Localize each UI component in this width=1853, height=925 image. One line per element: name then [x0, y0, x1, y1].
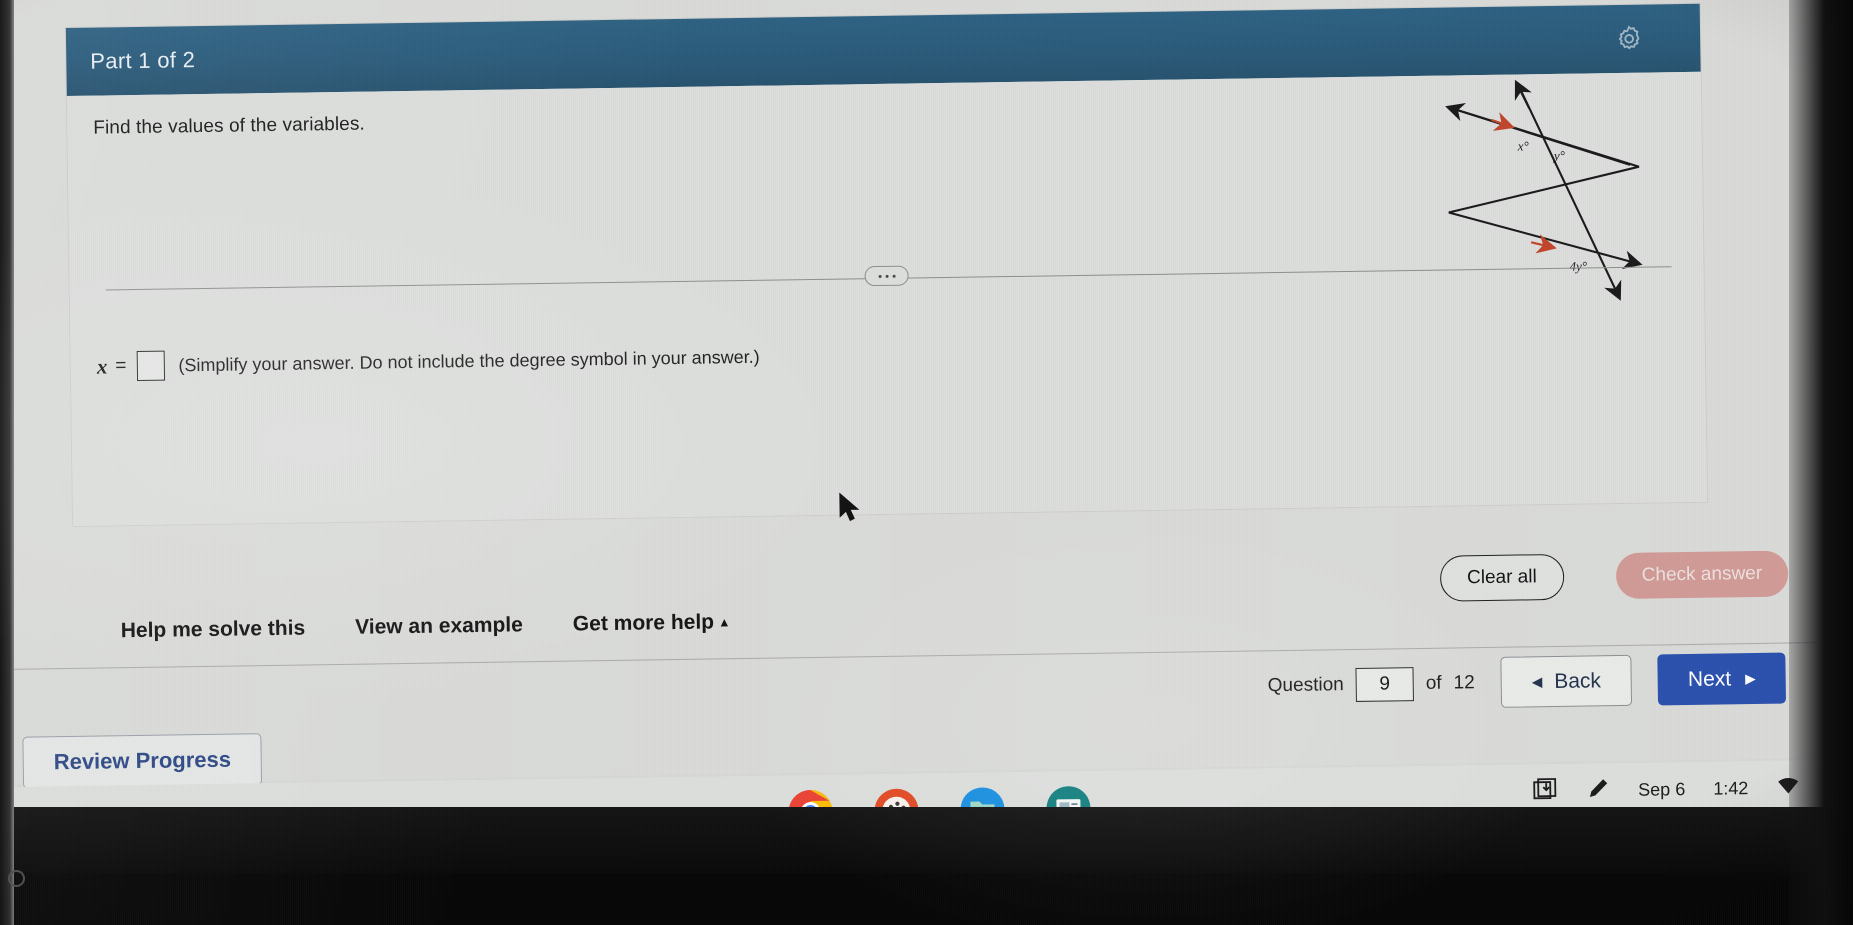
get-more-help-label: Get more help [572, 610, 715, 636]
gear-icon[interactable] [1614, 24, 1644, 54]
next-label: Next [1687, 666, 1732, 691]
question-counter: Question 9 of 12 [1267, 666, 1475, 703]
question-navigation: Question 9 of 12 ◂ Back Next ▸ [1267, 652, 1787, 712]
exercise-card: Part 1 of 2 Find the values of the varia… [65, 3, 1708, 526]
figure-label-x: x° [1517, 138, 1529, 153]
system-tray[interactable]: Sep 6 1:42 [1532, 772, 1843, 808]
of-word: of [1425, 672, 1442, 694]
clear-all-button[interactable]: Clear all [1439, 553, 1565, 602]
paint-palette-icon[interactable] [873, 787, 920, 834]
back-label: Back [1554, 668, 1602, 693]
screen-surface: ...nter for School: Practice and Applica… [0, 0, 1853, 916]
chromeos-shelf: Sep 6 1:42 [0, 759, 1853, 916]
screen-capture-icon[interactable] [1532, 776, 1558, 807]
help-me-solve-this-link[interactable]: Help me solve this [121, 617, 306, 644]
exercise-body: Find the values of the variables. x° y° … [66, 71, 1708, 526]
question-total: 12 [1453, 671, 1475, 693]
browser-page: ...nter for School: Practice and Applica… [0, 0, 1821, 789]
get-more-help-link[interactable]: Get more help ▴ [573, 610, 728, 636]
shelf-active-indicator [797, 845, 824, 850]
action-buttons: Clear all Check answer [1439, 550, 1789, 602]
answer-variable-label: x [96, 353, 108, 379]
answer-row: x = (Simplify your answer. Do not includ… [96, 328, 1679, 382]
battery-icon[interactable] [1828, 773, 1842, 802]
chromeos-desktop: ...nter for School: Practice and Applica… [0, 0, 1853, 916]
shelf-icon-group [787, 785, 1092, 850]
chevron-right-icon: ▸ [1744, 667, 1756, 691]
answer-input[interactable] [136, 350, 165, 382]
view-an-example-link[interactable]: View an example [355, 613, 523, 639]
part-label: Part 1 of 2 [90, 47, 196, 74]
files-icon[interactable] [959, 786, 1006, 833]
chrome-icon[interactable] [787, 789, 834, 850]
tray-time[interactable]: 1:42 [1713, 778, 1748, 800]
stylus-icon[interactable] [1586, 776, 1610, 805]
tray-date[interactable]: Sep 6 [1638, 779, 1685, 801]
back-button[interactable]: ◂ Back [1500, 654, 1633, 708]
chevron-left-icon: ◂ [1531, 670, 1543, 694]
equals-sign: = [115, 355, 127, 377]
photo-of-screen: ...nter for School: Practice and Applica… [0, 0, 1853, 925]
mouse-cursor [839, 492, 861, 524]
question-word: Question [1267, 673, 1344, 696]
chevron-up-icon: ▴ [720, 614, 728, 630]
expand-handle[interactable] [864, 265, 909, 287]
check-answer-button[interactable]: Check answer [1615, 550, 1789, 600]
slides-icon[interactable] [1045, 785, 1092, 832]
review-progress-button[interactable]: Review Progress [22, 733, 263, 789]
wifi-icon[interactable] [1776, 775, 1800, 800]
answer-hint: (Simplify your answer. Do not include th… [178, 346, 760, 375]
figure-label-y: y° [1552, 148, 1565, 163]
question-number-box[interactable]: 9 [1355, 666, 1414, 702]
next-button[interactable]: Next ▸ [1657, 652, 1787, 706]
help-links: Help me solve this View an example Get m… [121, 610, 728, 643]
